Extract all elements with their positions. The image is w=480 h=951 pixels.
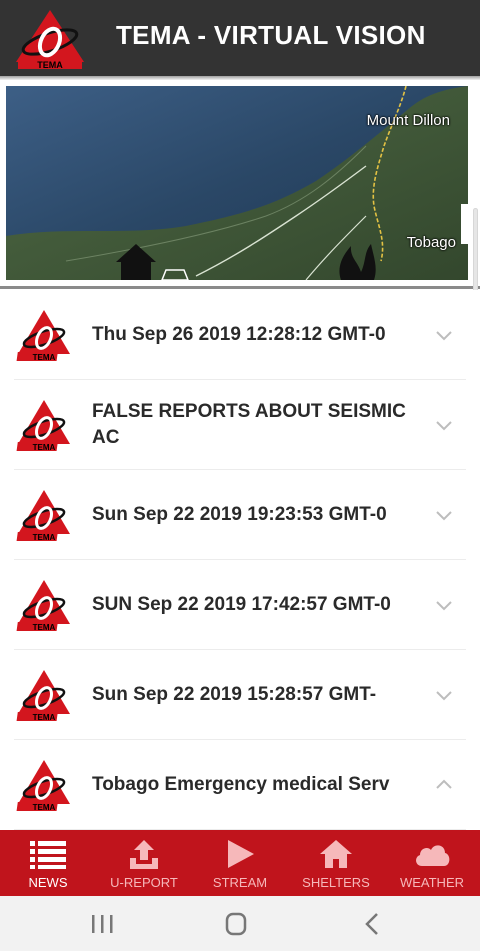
header-divider [0,76,480,80]
news-item-title: Sun Sep 22 2019 15:28:57 GMT- [92,683,377,705]
app-header: TEMA TEMA - VIRTUAL VISION [0,0,480,76]
chevron-down-icon[interactable] [434,415,454,435]
system-nav-bar [0,896,480,951]
news-item[interactable]: TEMA Tobago Emergency medical Serv [14,740,466,830]
app-title: TEMA - VIRTUAL VISION [116,20,426,50]
nav-item-weather[interactable]: WEATHER [384,830,480,896]
chevron-down-icon[interactable] [434,685,454,705]
play-icon [228,840,254,868]
home-button-icon[interactable] [216,910,256,938]
tema-logo-icon: TEMA [16,580,70,632]
map-label-tobago: Tobago [406,234,456,251]
cloud-icon [416,845,450,866]
chevron-down-icon[interactable] [434,325,454,345]
chevron-down-icon[interactable] [434,505,454,525]
upload-icon [130,840,158,869]
news-item-title: SUN Sep 22 2019 17:42:57 GMT-0 [92,593,391,615]
nav-label: WEATHER [399,875,465,890]
nav-label: STREAM [212,875,268,890]
map-label-mount-dillon: Mount Dillon [366,112,450,129]
tema-logo-icon: TEMA [16,10,84,70]
recent-apps-icon[interactable] [82,910,122,938]
tema-logo-icon: TEMA [16,310,70,362]
nav-label: U-REPORT [110,875,178,890]
svg-text:TEMA: TEMA [33,803,56,812]
svg-text:TEMA: TEMA [33,443,56,452]
nav-label: NEWS [28,875,68,890]
nav-label: SHELTERS [302,875,370,890]
map-banner[interactable]: Mount Dillon Tobago [6,86,468,280]
svg-text:TEMA: TEMA [33,353,56,362]
svg-text:TEMA: TEMA [33,533,56,542]
chevron-down-icon[interactable] [434,595,454,615]
section-divider [0,286,480,289]
news-item[interactable]: TEMA Sun Sep 22 2019 15:28:57 GMT- [14,650,466,740]
tema-logo-icon: TEMA [16,400,70,452]
svg-text:TEMA: TEMA [37,60,63,70]
nav-item-news[interactable]: NEWS [0,830,96,896]
news-list-icon [30,841,66,869]
nav-item-stream[interactable]: STREAM [192,830,288,896]
svg-text:TEMA: TEMA [33,713,56,722]
tema-logo-icon: TEMA [16,760,70,812]
news-item-title: Thu Sep 26 2019 12:28:12 GMT-0 [92,323,386,345]
news-item-title: Sun Sep 22 2019 19:23:53 GMT-0 [92,503,387,525]
tema-logo-icon: TEMA [16,490,70,542]
news-item[interactable]: TEMA SUN Sep 22 2019 17:42:57 GMT-0 [14,560,466,650]
app-root: TEMA TEMA - VIRTUAL VISION Mount Dillon … [0,0,480,951]
news-item-title: FALSE REPORTS ABOUT SEISMIC AC [92,400,406,448]
bottom-nav: NEWS U-REPORT STREAM SHELTERS WEATHER [0,830,480,896]
home-icon [320,840,352,868]
news-item[interactable]: TEMA FALSE REPORTS ABOUT SEISMIC AC [14,380,466,470]
nav-item-shelters[interactable]: SHELTERS [288,830,384,896]
chevron-up-icon[interactable] [434,775,454,795]
nav-item-u-report[interactable]: U-REPORT [96,830,192,896]
news-item[interactable]: TEMA Sun Sep 22 2019 19:23:53 GMT-0 [14,470,466,560]
news-list: TEMA Thu Sep 26 2019 12:28:12 GMT-0 TEMA… [0,290,480,830]
svg-text:TEMA: TEMA [33,623,56,632]
news-item[interactable]: TEMA Thu Sep 26 2019 12:28:12 GMT-0 [14,290,466,380]
back-icon[interactable] [352,910,392,938]
news-item-title: Tobago Emergency medical Serv [92,773,390,795]
tema-logo-icon: TEMA [16,670,70,722]
